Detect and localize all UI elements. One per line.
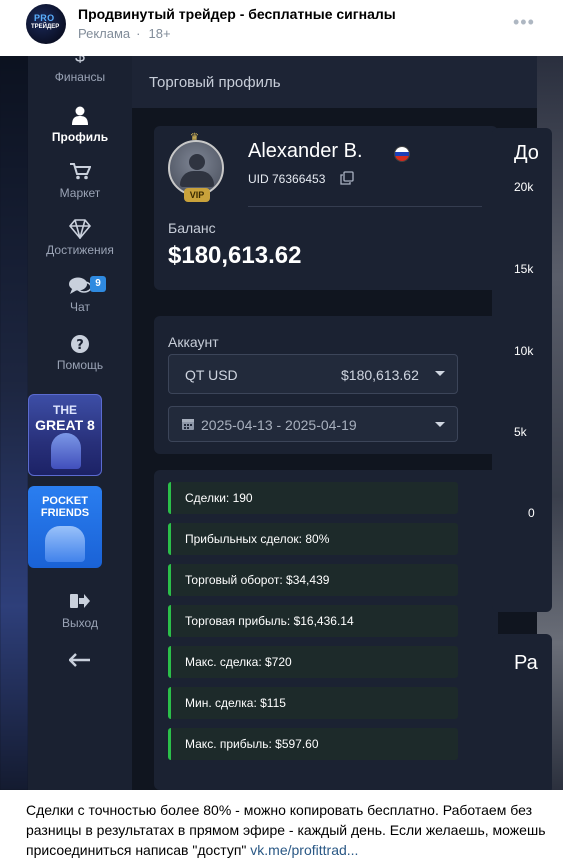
copy-icon[interactable] — [340, 171, 354, 185]
stat-text: Торговый оборот: $34,439 — [185, 573, 330, 587]
trading-stats-card: Сделки: 190 Прибыльных сделок: 80% Торго… — [154, 470, 498, 790]
account-balance: $180,613.62 — [341, 367, 419, 383]
sidebar-item-label: Маркет — [59, 186, 101, 200]
crown-icon: ♛ — [190, 132, 199, 143]
stat-row: Торговый оборот: $34,439 — [168, 564, 458, 596]
stat-text: Прибыльных сделок: 80% — [185, 532, 330, 546]
sidebar-item-label: Профиль — [51, 130, 109, 144]
post-text: Сделки с точностью более 80% - можно коп… — [26, 800, 546, 860]
promo-figure-image — [51, 433, 81, 469]
sidebar-item-chat[interactable]: 9 Чат — [28, 276, 132, 314]
svg-text:?: ? — [76, 338, 84, 353]
income-chart-card: До 20k 15k 10k 5k 0 — [492, 128, 552, 612]
stat-row: Торговая прибыль: $16,436.14 — [168, 605, 458, 637]
stat-row: Сделки: 190 — [168, 482, 458, 514]
sidebar-item-label: Достижения — [46, 243, 114, 257]
promo-line-1: POCKET — [42, 495, 88, 507]
avatar-logo-subtext: ТРЕЙДЕР — [31, 24, 60, 30]
promo-line-1: THE — [53, 403, 77, 417]
cart-icon — [28, 162, 132, 184]
sidebar-item-label: Чат — [70, 300, 90, 314]
group-name[interactable]: Продвинутый трейдер - бесплатные сигналы — [78, 6, 396, 22]
balance-value: $180,613.62 — [168, 242, 302, 269]
more-options-icon[interactable]: ••• — [513, 12, 535, 33]
sidebar-item-market[interactable]: Маркет — [28, 162, 132, 200]
stat-row: Прибыльных сделок: 80% — [168, 523, 458, 555]
stat-row: Мин. сделка: $115 — [168, 687, 458, 719]
account-name: QT USD — [185, 367, 238, 383]
avatar-head-shape — [189, 154, 205, 170]
collapse-sidebar-button[interactable] — [28, 650, 132, 672]
post-meta: Реклама · 18+ — [78, 26, 171, 41]
separator-dot: · — [136, 26, 141, 41]
sidebar-item-label: Выход — [62, 616, 98, 630]
y-tick-label: 20k — [514, 180, 534, 194]
chevron-down-icon — [435, 371, 445, 376]
post-header: PRO ТРЕЙДЕР Продвинутый трейдер - беспла… — [0, 0, 563, 56]
stat-text: Мин. сделка: $115 — [185, 696, 286, 710]
vip-badge: VIP — [184, 188, 210, 202]
avatar-logo-text: PRO — [34, 13, 55, 23]
ad-image[interactable]: $ Финансы Профиль Маркет Достижения 9 Ча… — [0, 56, 563, 790]
account-select[interactable]: QT USD $180,613.62 — [168, 354, 458, 394]
date-range-value: 2025-04-13 - 2025-04-19 — [201, 417, 357, 433]
stat-row: Макс. прибыль: $597.60 — [168, 728, 458, 760]
second-panel-card: Ра — [492, 634, 552, 790]
chevron-down-icon — [435, 422, 445, 427]
calendar-icon — [182, 419, 194, 430]
main-content: ♛ VIP Alexander B. UID 76366453 Баланс $… — [132, 108, 552, 790]
help-icon: ? — [28, 334, 132, 356]
sidebar-item-label: Помощь — [56, 358, 104, 372]
logout-icon — [28, 592, 132, 614]
profile-uid: UID 76366453 — [248, 172, 326, 186]
profile-name: Alexander B. — [248, 140, 363, 162]
arrow-left-icon — [28, 650, 132, 672]
ad-label: Реклама — [78, 26, 131, 41]
y-tick-label: 5k — [514, 425, 527, 439]
stat-text: Макс. сделка: $720 — [185, 655, 292, 669]
topbar: Торговый профиль — [132, 56, 537, 108]
promo-line-2: GREAT 8 — [35, 417, 95, 433]
user-icon — [28, 106, 132, 128]
sidebar-item-logout[interactable]: Выход — [28, 592, 132, 630]
balance-label: Баланс — [168, 220, 216, 236]
diamond-icon — [28, 219, 132, 241]
stat-text: Сделки: 190 — [185, 491, 253, 505]
sidebar: $ Финансы Профиль Маркет Достижения 9 Ча… — [28, 56, 132, 790]
sidebar-item-label: Финансы — [54, 70, 106, 84]
account-card: Аккаунт QT USD $180,613.62 2025-04-13 - … — [154, 316, 498, 454]
y-tick-label: 10k — [514, 344, 534, 358]
chat-unread-badge: 9 — [90, 276, 106, 292]
stat-row: Макс. сделка: $720 — [168, 646, 458, 678]
post-link[interactable]: vk.me/profittrad... — [250, 842, 358, 858]
profile-card: ♛ VIP Alexander B. UID 76366453 Баланс $… — [154, 126, 498, 290]
account-label: Аккаунт — [168, 334, 219, 350]
y-tick-label: 15k — [514, 262, 534, 276]
promo-line-2: FRIENDS — [40, 507, 90, 519]
sidebar-item-finance[interactable]: $ Финансы — [28, 56, 132, 84]
chart-title: До — [514, 142, 539, 164]
sidebar-item-achievements[interactable]: Достижения — [28, 219, 132, 257]
stat-text: Макс. прибыль: $597.60 — [185, 737, 319, 751]
sidebar-item-help[interactable]: ? Помощь — [28, 334, 132, 372]
page-title: Торговый профиль — [149, 74, 281, 91]
left-background-edge — [0, 56, 28, 790]
russia-flag-icon — [394, 146, 410, 162]
age-rating: 18+ — [148, 26, 171, 41]
date-range-select[interactable]: 2025-04-13 - 2025-04-19 — [168, 406, 458, 442]
profile-divider — [248, 206, 482, 207]
promo-banner-great-8[interactable]: THE GREAT 8 — [28, 394, 102, 476]
y-tick-label: 0 — [528, 506, 535, 520]
sidebar-item-profile[interactable]: Профиль — [28, 106, 132, 144]
group-avatar[interactable]: PRO ТРЕЙДЕР — [26, 4, 66, 44]
avatar-body-shape — [180, 171, 214, 187]
panel-title: Ра — [514, 652, 538, 674]
promo-banner-pocket-friends[interactable]: POCKET FRIENDS — [28, 486, 102, 568]
stat-text: Торговая прибыль: $16,436.14 — [185, 614, 354, 628]
chat-icon — [28, 276, 132, 298]
dollar-icon: $ — [74, 56, 85, 66]
promo-figure-image — [45, 526, 85, 562]
